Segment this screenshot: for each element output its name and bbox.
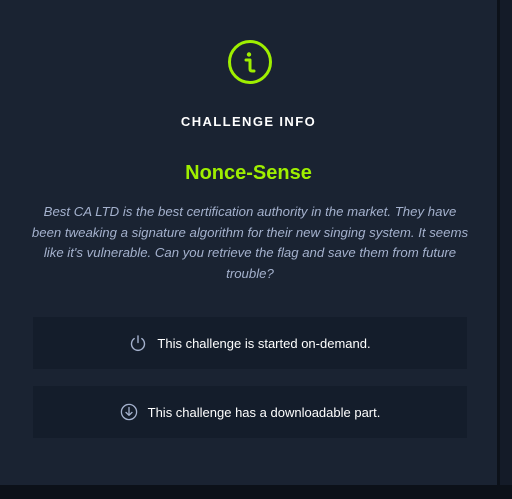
section-title: CHALLENGE INFO xyxy=(180,114,317,129)
feature-downloadable: This challenge has a downloadable part. xyxy=(33,386,467,438)
page-bottom-edge xyxy=(0,485,512,499)
download-icon xyxy=(120,403,138,421)
feature-label: This challenge is started on-demand. xyxy=(157,335,371,351)
power-icon xyxy=(129,334,147,352)
challenge-description: Best CA LTD is the best certification au… xyxy=(31,204,469,281)
challenge-info-panel: CHALLENGE INFO Nonce-Sense Best CA LTD i… xyxy=(0,0,497,485)
challenge-name: Nonce-Sense xyxy=(185,162,312,184)
feature-on-demand: This challenge is started on-demand. xyxy=(33,317,467,369)
feature-label: This challenge has a downloadable part. xyxy=(147,404,381,420)
info-circle-icon xyxy=(227,39,273,85)
scrollbar-track[interactable] xyxy=(500,0,512,499)
